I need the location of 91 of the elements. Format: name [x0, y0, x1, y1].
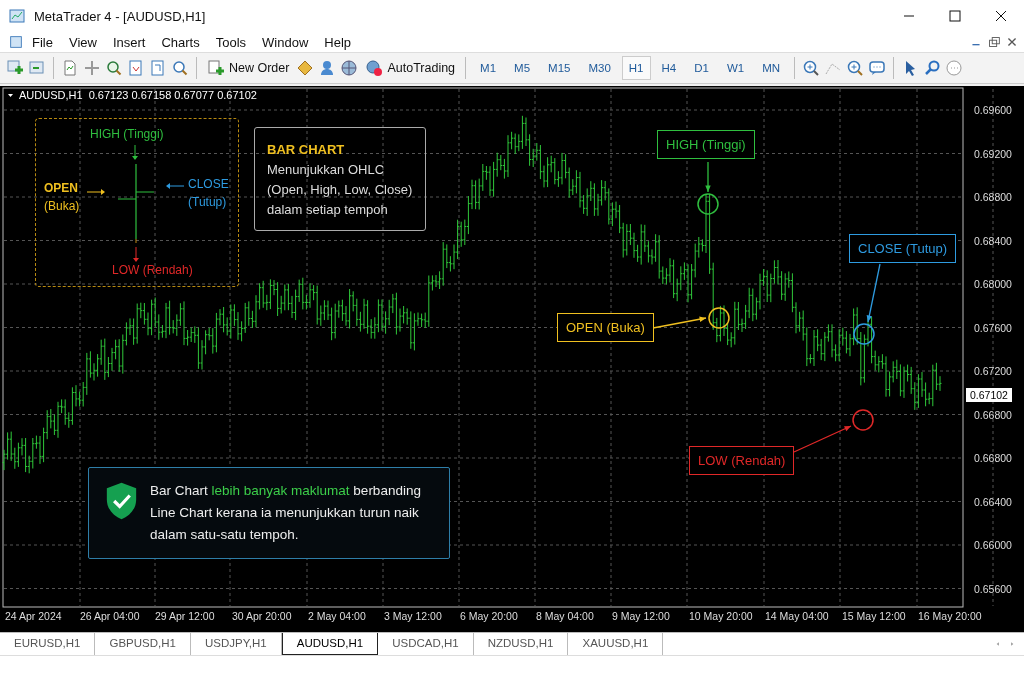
window-title: MetaTrader 4 - [AUDUSD,H1]	[34, 8, 207, 24]
order-icon[interactable]	[207, 59, 225, 77]
timeframe-button[interactable]: D1	[687, 56, 716, 80]
callout-label: OPEN (Buka)	[557, 313, 654, 342]
time-label: 14 May 04:00	[765, 610, 829, 622]
menu-item[interactable]: Insert	[104, 34, 154, 50]
menu-item[interactable]: Tools	[207, 34, 255, 50]
marker-circle	[708, 307, 730, 329]
marker-circle	[852, 409, 874, 431]
menu-item[interactable]: File	[24, 34, 61, 50]
globe-icon[interactable]	[340, 59, 359, 77]
time-label: 24 Apr 2024	[5, 610, 62, 622]
timeframe-button[interactable]: M1	[473, 56, 504, 80]
zoom-in-icon[interactable]	[802, 59, 821, 77]
time-label: 15 May 12:00	[842, 610, 906, 622]
chart-tab[interactable]: AUDUSD,H1	[281, 633, 379, 655]
restore-icon[interactable]	[986, 34, 1002, 50]
menu-item[interactable]: Window	[254, 34, 317, 50]
price-label: 0.69200	[974, 147, 1012, 160]
menu-item[interactable]: Help	[316, 34, 360, 50]
callout-label: CLOSE (Tutup)	[849, 234, 957, 263]
legend-close-label: CLOSE	[188, 177, 229, 191]
callout-label: LOW (Rendah)	[689, 446, 795, 475]
info-text: (Open, High, Low, Close)	[267, 181, 414, 199]
document-icon[interactable]	[61, 59, 79, 77]
price-label: 0.68400	[974, 234, 1012, 247]
price-label: 0.65600	[974, 582, 1012, 595]
info-text: Menunjukkan OHLC	[267, 161, 386, 179]
legend-high-label: HIGH (Tinggi)	[90, 127, 164, 141]
price-label: 0.68000	[974, 278, 1012, 290]
info-title: BAR CHART	[267, 141, 346, 159]
callout-label: HIGH (Tinggi)	[657, 130, 755, 159]
time-label: 29 Apr 12:00	[155, 610, 215, 622]
speech-icon[interactable]	[945, 59, 964, 77]
price-label: 0.67200	[974, 365, 1012, 377]
time-label: 6 May 20:00	[460, 610, 518, 622]
menu-item[interactable]: View	[60, 34, 105, 50]
time-label: 10 May 20:00	[689, 610, 753, 622]
arrow-icon	[132, 144, 138, 160]
timeframe-button[interactable]: M5	[507, 56, 538, 80]
legend-open-label: OPEN	[44, 181, 78, 195]
arrow-icon	[133, 246, 139, 262]
marker-circle	[853, 323, 875, 345]
legend-close-sublabel: (Tutup)	[188, 195, 227, 209]
time-label: 26 Apr 04:00	[80, 610, 140, 622]
zoom-icon[interactable]	[105, 59, 123, 77]
price-label: 0.66800	[974, 408, 1012, 421]
timeframe-button[interactable]: M30	[581, 56, 618, 80]
auto-trading-button[interactable]: AutoTrading	[362, 57, 459, 79]
info-text: dalam setiap tempoh	[267, 201, 389, 219]
zoom-in-icon[interactable]	[846, 59, 865, 77]
arrow-icon	[166, 183, 185, 189]
timeframe-button[interactable]: W1	[719, 56, 752, 80]
document-icon[interactable]	[8, 34, 24, 50]
arrow-icon	[86, 189, 105, 195]
time-label: 30 Apr 20:00	[232, 610, 292, 622]
app-icon[interactable]	[8, 7, 26, 25]
legend-open-sublabel: (Buka)	[44, 199, 80, 213]
profiles-icon[interactable]	[28, 59, 46, 77]
price-label: 0.66400	[974, 495, 1012, 508]
shield-check-icon	[105, 480, 138, 522]
timeframe-button[interactable]: MN	[755, 56, 788, 80]
time-label: 16 May 20:00	[918, 610, 982, 622]
leader-line	[652, 316, 707, 329]
time-label: 2 May 04:00	[308, 610, 366, 622]
legend-low-label: LOW (Rendah)	[112, 263, 193, 277]
leader-line	[866, 263, 881, 323]
note-text: Bar Chart lebih banyak maklumat berbanding Line Chart kerana ia menunjukkan turun naik dalam satu-satu tempoh.	[150, 482, 422, 544]
price-label: 0.67600	[974, 321, 1012, 334]
menu-item[interactable]: Charts	[153, 34, 208, 50]
time-label: 3 May 12:00	[384, 610, 442, 622]
price-label: 0.66000	[974, 539, 1012, 551]
current-price-label: 0.67102	[966, 388, 1012, 402]
price-label: 0.69600	[974, 104, 1012, 116]
search-icon[interactable]	[171, 59, 189, 77]
crosshair-icon[interactable]	[83, 59, 101, 77]
new-order-button[interactable]: New Order	[204, 57, 293, 79]
marker-circle	[697, 193, 719, 215]
search-icon[interactable]	[923, 59, 942, 77]
price-label: 0.68800	[974, 191, 1012, 203]
time-label: 9 May 12:00	[612, 610, 670, 622]
chart-header: AUDUSD,H1 0.67123 0.67158 0.67077 0.67102	[19, 89, 257, 101]
leader-line	[793, 425, 852, 453]
timeframe-button[interactable]: H1	[621, 56, 651, 80]
timeframe-button[interactable]: M15	[541, 56, 578, 80]
time-label: 8 May 04:00	[536, 610, 594, 622]
price-label: 0.66800	[974, 452, 1012, 464]
chat-icon[interactable]	[868, 59, 887, 77]
timeframe-button[interactable]: H4	[654, 56, 684, 80]
new-chart-icon[interactable]	[6, 59, 24, 77]
leader-line	[705, 161, 711, 193]
